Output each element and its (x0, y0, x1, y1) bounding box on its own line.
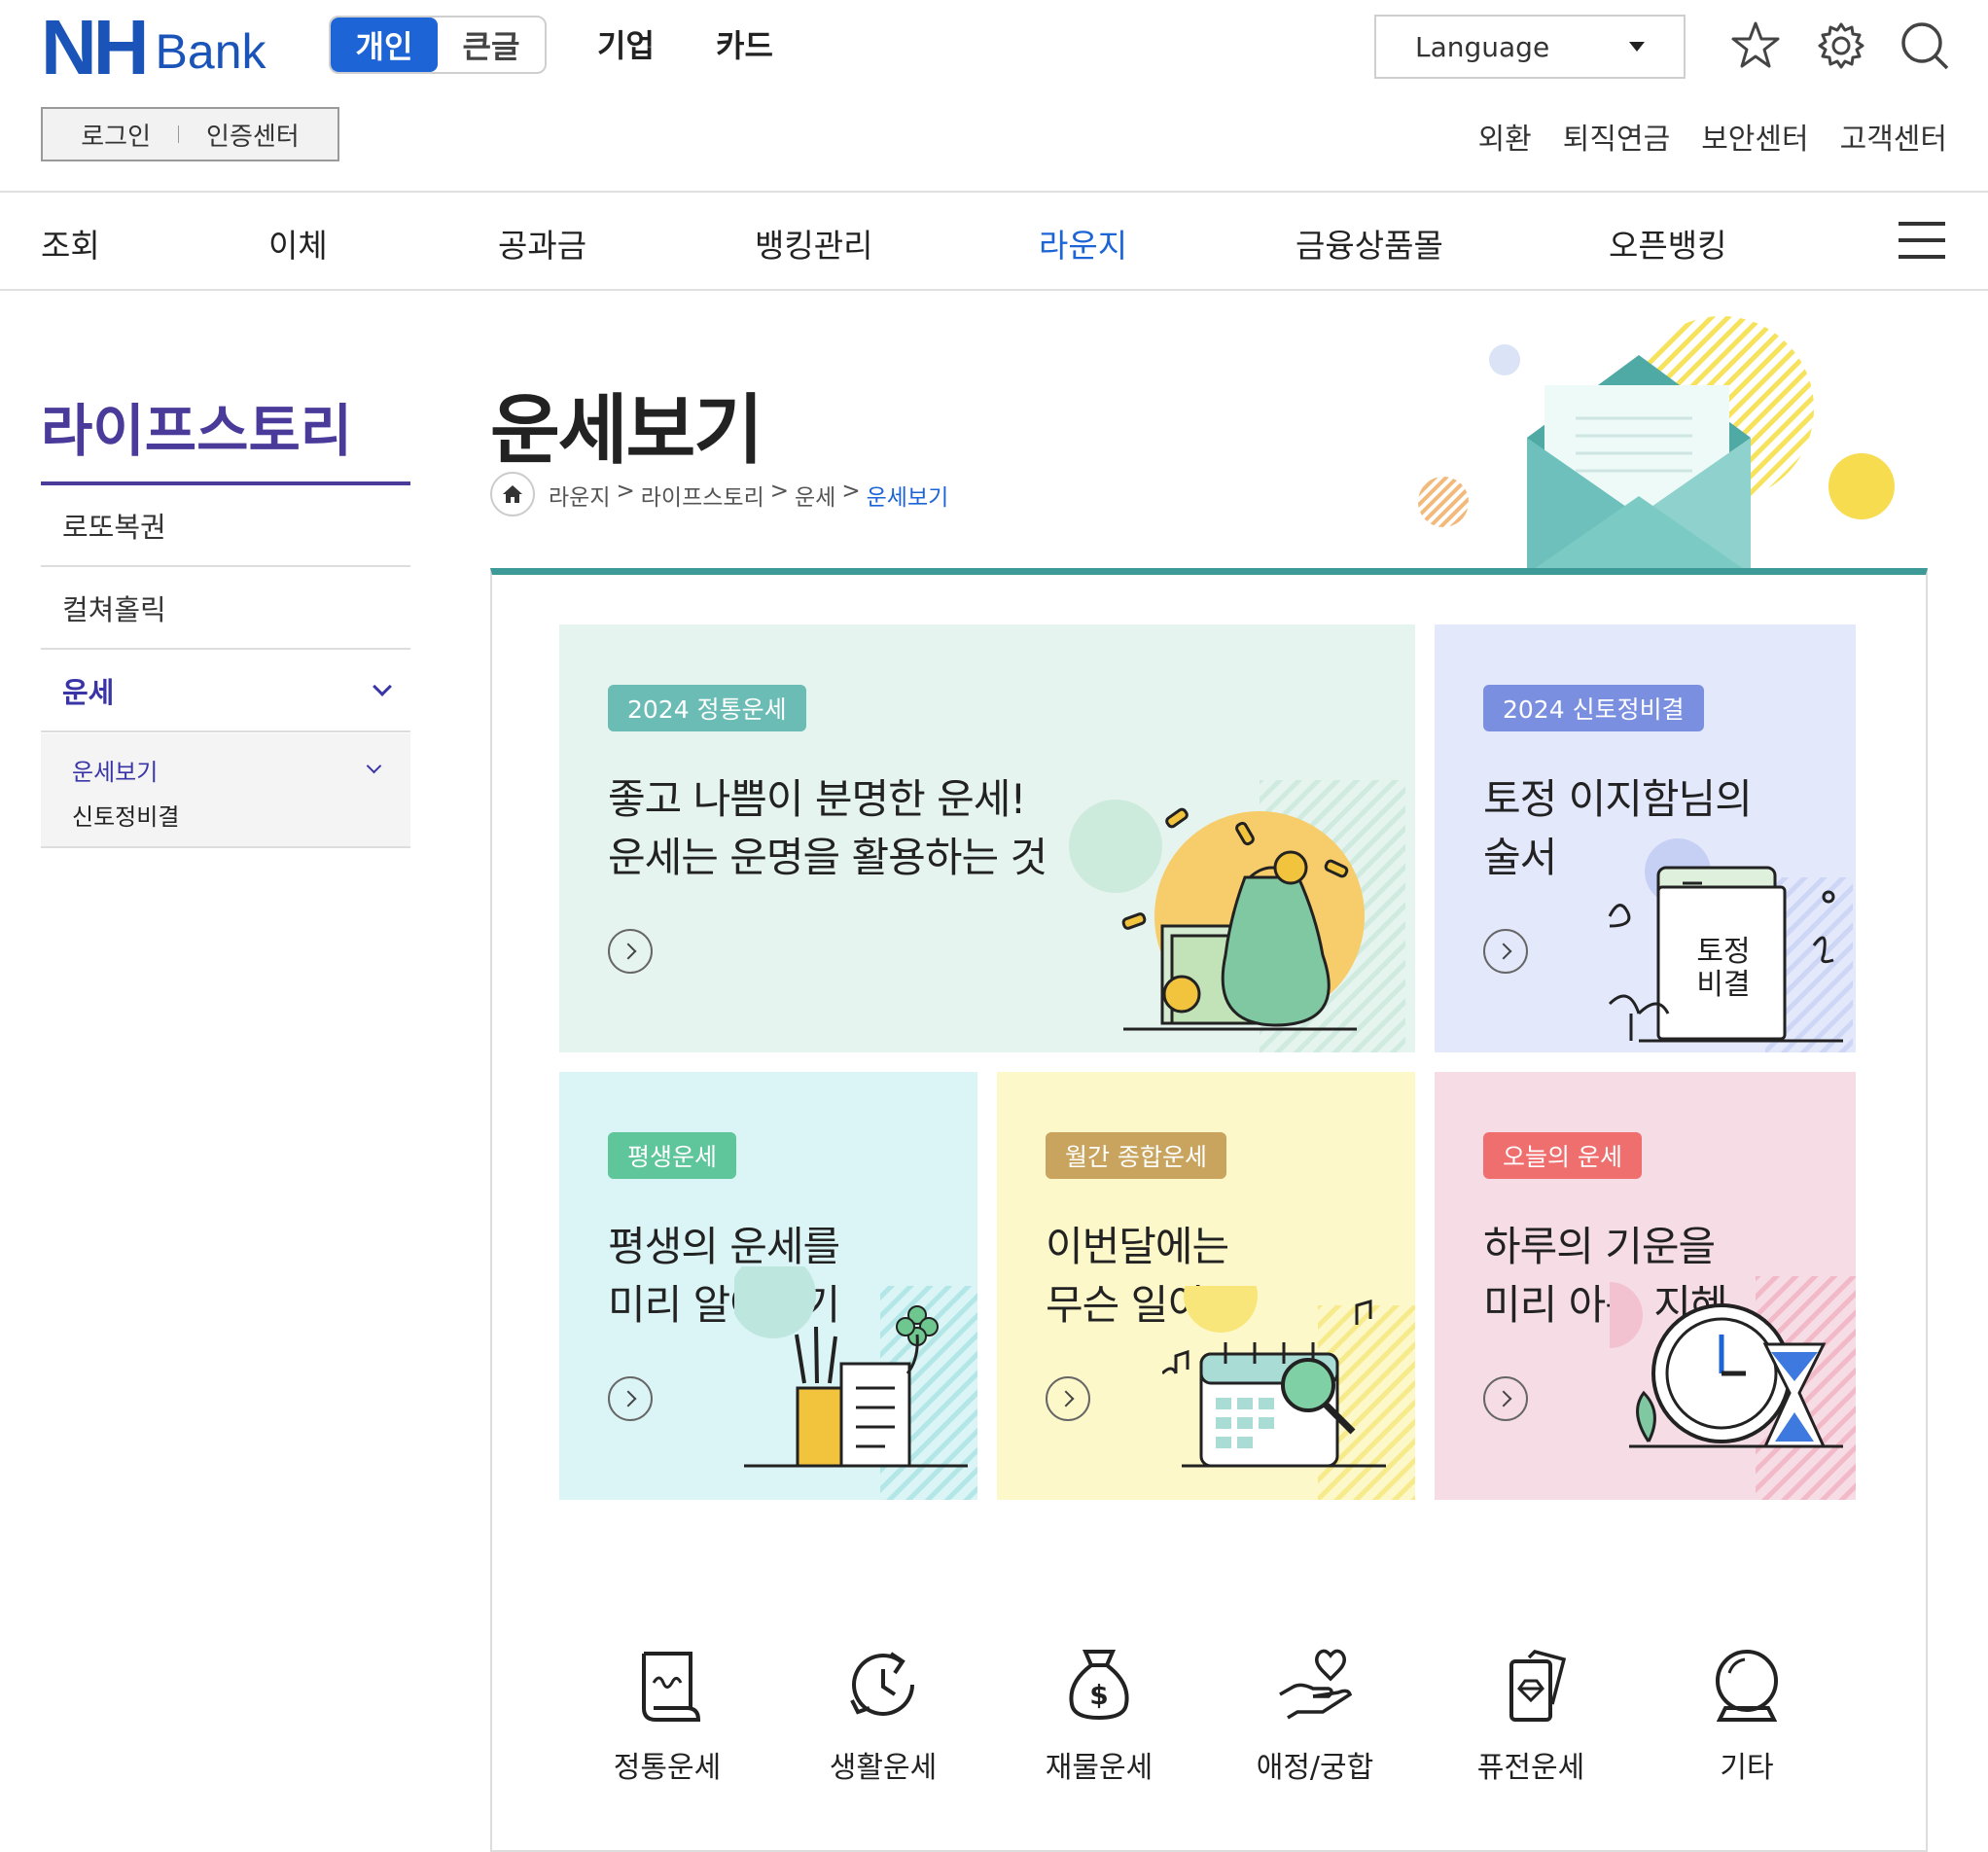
lnb-item-fortune[interactable]: 운세 (41, 651, 410, 732)
util-link-customer[interactable]: 고객센터 (1840, 115, 1947, 158)
money-bag-illustration (1069, 780, 1405, 1052)
language-select[interactable]: Language (1374, 15, 1686, 79)
chevron-down-icon (373, 677, 392, 696)
card-tag: 월간 종합운세 (1046, 1132, 1226, 1179)
chevron-right-icon[interactable] (1046, 1376, 1090, 1421)
gnb-banking-management[interactable]: 뱅킹관리 (755, 220, 872, 267)
category-traditional[interactable]: 정통운세 (570, 1644, 764, 1786)
category-wealth[interactable]: $ 재물운세 (1002, 1644, 1196, 1786)
fortune-card-tojeong[interactable]: 2024 신토정비결 토정 이지함님의 술서 토정 비결 (1435, 624, 1856, 1052)
lnb-sub-label: 운세보기 (72, 758, 159, 786)
language-select-label: Language (1415, 30, 1550, 63)
lnb-item-label: 컬쳐홀릭 (62, 593, 166, 626)
util-link-security[interactable]: 보안센터 (1701, 115, 1808, 158)
home-icon[interactable] (490, 472, 535, 516)
lnb-title: 라이프스토리 (41, 398, 353, 464)
login-link[interactable]: 로그인 (81, 117, 151, 153)
category-label: 기타 (1720, 1751, 1774, 1785)
star-icon[interactable] (1729, 19, 1782, 72)
nh-bank-logo[interactable]: NH Bank (41, 4, 266, 90)
heart-hand-icon (1279, 1649, 1353, 1720)
lnb-sub-fortune-view[interactable]: 운세보기 (72, 747, 382, 792)
svg-text:$: $ (1089, 1679, 1108, 1711)
chevron-right-icon[interactable] (1483, 1376, 1528, 1421)
money-bag-icon: $ (1069, 1650, 1129, 1721)
calendar-illustration (1162, 1286, 1415, 1500)
gnb-open-banking[interactable]: 오픈뱅킹 (1609, 220, 1726, 267)
search-icon[interactable] (1899, 19, 1951, 72)
breadcrumb-current: 운세보기 (866, 485, 949, 511)
page-title: 운세보기 (490, 387, 763, 475)
cards-icon (1509, 1650, 1567, 1722)
gnb-lounge[interactable]: 라운지 (1039, 220, 1127, 267)
gnb-transfer[interactable]: 이체 (268, 220, 328, 267)
category-etc[interactable]: 기타 (1650, 1644, 1844, 1786)
gnb-product-mall[interactable]: 금융상품몰 (1296, 220, 1443, 267)
lnb-item-lotto[interactable]: 로또복권 (41, 485, 410, 567)
lnb-sub-label: 신토정비결 (72, 802, 180, 831)
logo-nh-text: NH (41, 4, 150, 90)
menu-icon[interactable] (1899, 222, 1945, 259)
category-daily[interactable]: 생활운세 (786, 1644, 980, 1786)
lnb-submenu: 운세보기 신토정비결 (41, 733, 410, 848)
mode-large-text-button[interactable]: 큰글 (438, 18, 545, 72)
chevron-down-icon (366, 758, 382, 773)
pencil-cup-illustration (734, 1266, 977, 1500)
book-title-line1: 토정 (1696, 935, 1750, 969)
card-tag: 평생운세 (608, 1132, 737, 1179)
book-title-line2: 비결 (1696, 968, 1750, 1002)
breadcrumb-item[interactable]: 라운지 (549, 479, 610, 512)
lnb-sub-tojeong[interactable]: 신토정비결 (72, 792, 379, 837)
caret-down-icon (1629, 42, 1645, 52)
utility-links: 외환 퇴직연금 보안센터 고객센터 (1478, 115, 1947, 158)
top-link-corporate[interactable]: 기업 (597, 21, 655, 66)
breadcrumb: 라운지 > 라이프스토리 > 운세 > 운세보기 (549, 479, 949, 512)
chevron-right-icon[interactable] (608, 1376, 653, 1421)
cert-center-link[interactable]: 인증센터 (206, 117, 300, 153)
fortune-card-lifetime[interactable]: 평생운세 평생의 운세를 미리 알아보기 (559, 1072, 977, 1500)
login-cert-box: 로그인 인증센터 (41, 107, 339, 161)
fortune-card-traditional[interactable]: 2024 정통운세 좋고 나쁨이 분명한 운세! 운세는 운명을 활용하는 것 (559, 624, 1415, 1052)
mode-personal-button[interactable]: 개인 (331, 18, 438, 72)
crystal-ball-icon (1716, 1650, 1778, 1722)
scroll-icon (642, 1652, 701, 1722)
breadcrumb-item[interactable]: 라이프스토리 (641, 479, 764, 512)
lnb-item-label: 운세 (62, 676, 115, 709)
card-tag: 2024 정통운세 (608, 685, 806, 731)
top-link-card[interactable]: 카드 (716, 21, 773, 66)
gnb-divider (0, 289, 1988, 291)
category-love[interactable]: 애정/궁합 (1218, 1644, 1412, 1786)
book-illustration: 토정 비결 (1608, 838, 1853, 1052)
divider (178, 125, 180, 143)
category-fusion[interactable]: 퓨전운세 (1434, 1644, 1628, 1786)
header-divider (0, 191, 1988, 193)
category-label: 퓨전운세 (1476, 1751, 1585, 1785)
fortune-card-monthly[interactable]: 월간 종합운세 이번달에는 무슨 일이? (997, 1072, 1415, 1500)
util-link-forex[interactable]: 외환 (1478, 115, 1532, 158)
util-link-pension[interactable]: 퇴직연금 (1563, 115, 1670, 158)
logo-bank-text: Bank (155, 24, 266, 79)
lnb-item-culture[interactable]: 컬쳐홀릭 (41, 568, 410, 650)
category-label: 재물운세 (1045, 1751, 1154, 1785)
breadcrumb-item[interactable]: 운세 (795, 479, 835, 512)
gear-icon[interactable] (1815, 19, 1867, 72)
card-tag: 2024 신토정비결 (1483, 685, 1704, 731)
card-tag: 오늘의 운세 (1483, 1132, 1642, 1179)
envelope-illustration (1418, 316, 1895, 574)
view-mode-toggle: 개인 큰글 (329, 16, 547, 74)
lnb-item-label: 로또복권 (62, 511, 166, 544)
category-label: 정통운세 (613, 1751, 722, 1785)
fortune-card-today[interactable]: 오늘의 운세 하루의 기운을 미리 아는 지혜 (1435, 1072, 1856, 1500)
category-label: 생활운세 (829, 1751, 938, 1785)
clock-illustration (1610, 1276, 1856, 1500)
chevron-right-icon[interactable] (608, 929, 653, 974)
category-label: 애정/궁합 (1256, 1751, 1374, 1785)
gnb-utility-bills[interactable]: 공과금 (498, 220, 586, 267)
chevron-right-icon[interactable] (1483, 929, 1528, 974)
refresh-clock-icon (850, 1652, 914, 1716)
gnb-inquiry[interactable]: 조회 (41, 220, 100, 267)
card-description: 좋고 나쁨이 분명한 운세! 운세는 운명을 활용하는 것 (608, 775, 1047, 881)
